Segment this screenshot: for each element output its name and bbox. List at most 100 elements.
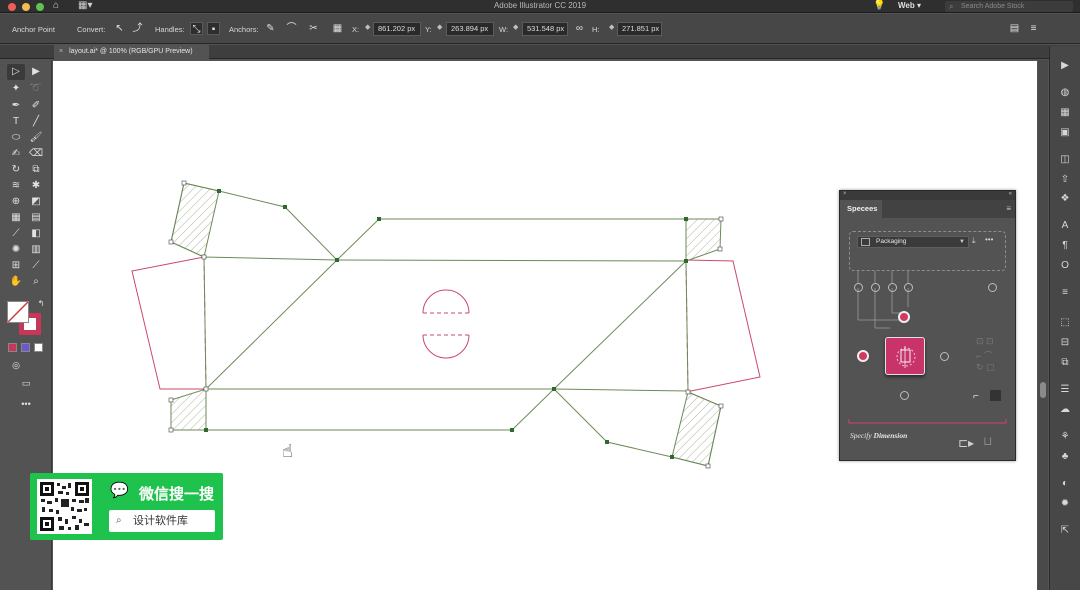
paragraph-icon[interactable]: ¶	[1058, 239, 1072, 253]
swatches-icon[interactable]: ▦	[1058, 106, 1072, 120]
layers-icon[interactable]: ◫	[1058, 153, 1072, 167]
width-tool-icon[interactable]: ≋	[7, 178, 25, 194]
shape-builder-icon[interactable]: ⊕	[7, 194, 25, 210]
panel-options-icon[interactable]: ▤	[1008, 22, 1021, 35]
type-tool-icon[interactable]: T	[7, 114, 25, 130]
swap-colors-icon[interactable]: ↰	[32, 296, 50, 312]
gradient-tool-icon[interactable]: ▤	[27, 210, 45, 226]
appearance-icon[interactable]: ◐	[1058, 477, 1072, 491]
more-tools-icon[interactable]: •••	[17, 396, 35, 412]
pen-tool-icon[interactable]: ✒	[7, 98, 25, 114]
column-graph-icon[interactable]: ▥	[27, 242, 45, 258]
dimension-node[interactable]	[904, 283, 913, 292]
workspace-switcher[interactable]: Web ▾	[898, 1, 921, 10]
hand-tool-icon[interactable]: ✋	[7, 274, 25, 290]
eraser-icon[interactable]: ⌫	[27, 146, 45, 162]
pathfinder-icon[interactable]: ⊟	[1058, 336, 1072, 350]
wechat-search-box[interactable]: ⌕ 设计软件库	[109, 510, 215, 532]
x-stepper[interactable]: ◆	[365, 23, 370, 31]
stroke-panel-icon[interactable]: ⧉	[1058, 356, 1072, 370]
screen-mode-icon[interactable]: ▭	[17, 375, 35, 391]
h-field[interactable]: 271.851 px	[617, 22, 662, 36]
live-paint-icon[interactable]: ◩	[27, 194, 45, 210]
dimension-node[interactable]	[988, 283, 997, 292]
convert-corner-icon[interactable]: ↖	[113, 22, 126, 35]
remove-anchor-icon[interactable]: ✎	[264, 22, 277, 35]
lasso-icon[interactable]: ➰	[27, 81, 45, 97]
corner-icon[interactable]: ⌐ ⌒	[976, 349, 993, 362]
none-mode-icon[interactable]	[34, 343, 43, 352]
rotate-tool-icon[interactable]: ↻	[7, 162, 25, 178]
magic-wand-icon[interactable]: ✦	[7, 81, 25, 97]
direct-selection-tool-icon[interactable]: ▷	[7, 64, 25, 80]
dimension-node[interactable]	[900, 391, 909, 400]
play-action-icon[interactable]: ▶	[1058, 59, 1072, 73]
eyedropper-icon[interactable]: ⟋	[7, 226, 25, 242]
symbol-sprayer-icon[interactable]: ✺	[7, 242, 25, 258]
export-icon[interactable]: ⇧	[1058, 173, 1072, 187]
character-icon[interactable]: A	[1058, 219, 1072, 233]
wechat-banner[interactable]: 💬 微信搜一搜 ⌕ 设计软件库	[30, 473, 223, 540]
libraries-icon[interactable]: ❖	[1058, 192, 1072, 206]
cut-path-icon[interactable]: ✂	[307, 22, 320, 35]
color-mode-icon[interactable]	[8, 343, 17, 352]
link-icon[interactable]: ∞	[573, 22, 586, 35]
gradient-mode-icon[interactable]	[21, 343, 30, 352]
brushes-icon[interactable]: ▣	[1058, 126, 1072, 140]
remove-dimension-icon[interactable]: ⊔	[983, 434, 992, 448]
convert-smooth-icon[interactable]: ⤴	[131, 22, 144, 35]
show-handles-icon[interactable]: ⤡	[190, 22, 203, 35]
w-field[interactable]: 531.548 px	[522, 22, 568, 36]
graphic-styles-icon[interactable]: ✹	[1058, 497, 1072, 511]
dark-swatch[interactable]	[990, 390, 1001, 401]
dimension-node[interactable]	[854, 283, 863, 292]
dimension-node[interactable]	[871, 283, 880, 292]
y-stepper[interactable]: ◆	[437, 23, 442, 31]
hide-handles-icon[interactable]: ▪	[207, 22, 220, 35]
artboard-tool-icon[interactable]: ⊞	[7, 258, 25, 274]
scroll-thumb[interactable]	[1040, 382, 1046, 398]
connect-path-icon[interactable]: ⌒	[285, 22, 298, 35]
zoom-tool-icon[interactable]: ⌕	[27, 274, 45, 290]
lock-icon[interactable]: ⊡ ⊡	[976, 336, 994, 347]
w-stepper[interactable]: ◆	[513, 23, 518, 31]
cc-libraries-icon[interactable]: ☁	[1058, 403, 1072, 417]
mesh-tool-icon[interactable]: ▦	[7, 210, 25, 226]
add-dimension-icon[interactable]: ⊏▸	[958, 436, 974, 450]
opentype-icon[interactable]: O	[1058, 259, 1072, 273]
curvature-tool-icon[interactable]: ✐	[27, 98, 45, 114]
vertical-scrollbar[interactable]	[1038, 60, 1048, 590]
align-icon[interactable]: ≡	[1058, 286, 1072, 300]
control-menu-icon[interactable]: ≡	[1027, 22, 1040, 35]
refresh-icon[interactable]: ↻ ▢	[976, 362, 995, 373]
measure-icon[interactable]: ⌐	[973, 391, 979, 402]
scale-tool-icon[interactable]: ⧉	[27, 162, 45, 178]
color-panel-icon[interactable]: ◍	[1058, 86, 1072, 100]
dimension-node[interactable]	[940, 352, 949, 361]
dimension-node[interactable]	[888, 283, 897, 292]
selection-tool-icon[interactable]: ▶	[27, 64, 45, 80]
artboards-icon[interactable]: ☰	[1058, 383, 1072, 397]
h-stepper[interactable]: ◆	[609, 23, 614, 31]
blend-tool-icon[interactable]: ◧	[27, 226, 45, 242]
line-tool-icon[interactable]: ╱	[27, 114, 45, 130]
dimension-tool-button[interactable]	[885, 337, 925, 375]
draw-mode-icon[interactable]: ◎	[7, 357, 25, 373]
paintbrush-icon[interactable]: 🖌	[27, 130, 45, 146]
align-grid-icon[interactable]: ▦	[331, 22, 344, 35]
puppet-warp-icon[interactable]: ✱	[27, 178, 45, 194]
ellipse-tool-icon[interactable]: ⬭	[7, 130, 25, 146]
slice-tool-icon[interactable]: ⟋	[27, 258, 45, 274]
lightbulb-icon[interactable]: 💡	[873, 0, 885, 11]
stock-search-input[interactable]: ⌕ Search Adobe Stock	[945, 1, 1073, 12]
tab-layout-document[interactable]: × layout.ai* @ 100% (RGB/GPU Preview)	[54, 45, 209, 59]
fill-color-swatch[interactable]	[7, 301, 29, 323]
symbols-icon[interactable]: ♣	[1058, 450, 1072, 464]
close-icon[interactable]: ×	[59, 48, 63, 55]
transform-icon[interactable]: ⬚	[1058, 316, 1072, 330]
asset-export-icon[interactable]: ⚘	[1058, 430, 1072, 444]
x-field[interactable]: 861.202 px	[373, 22, 421, 36]
shaper-tool-icon[interactable]: ✍	[7, 146, 25, 162]
links-icon[interactable]: ⇱	[1058, 524, 1072, 538]
y-field[interactable]: 263.894 px	[446, 22, 494, 36]
